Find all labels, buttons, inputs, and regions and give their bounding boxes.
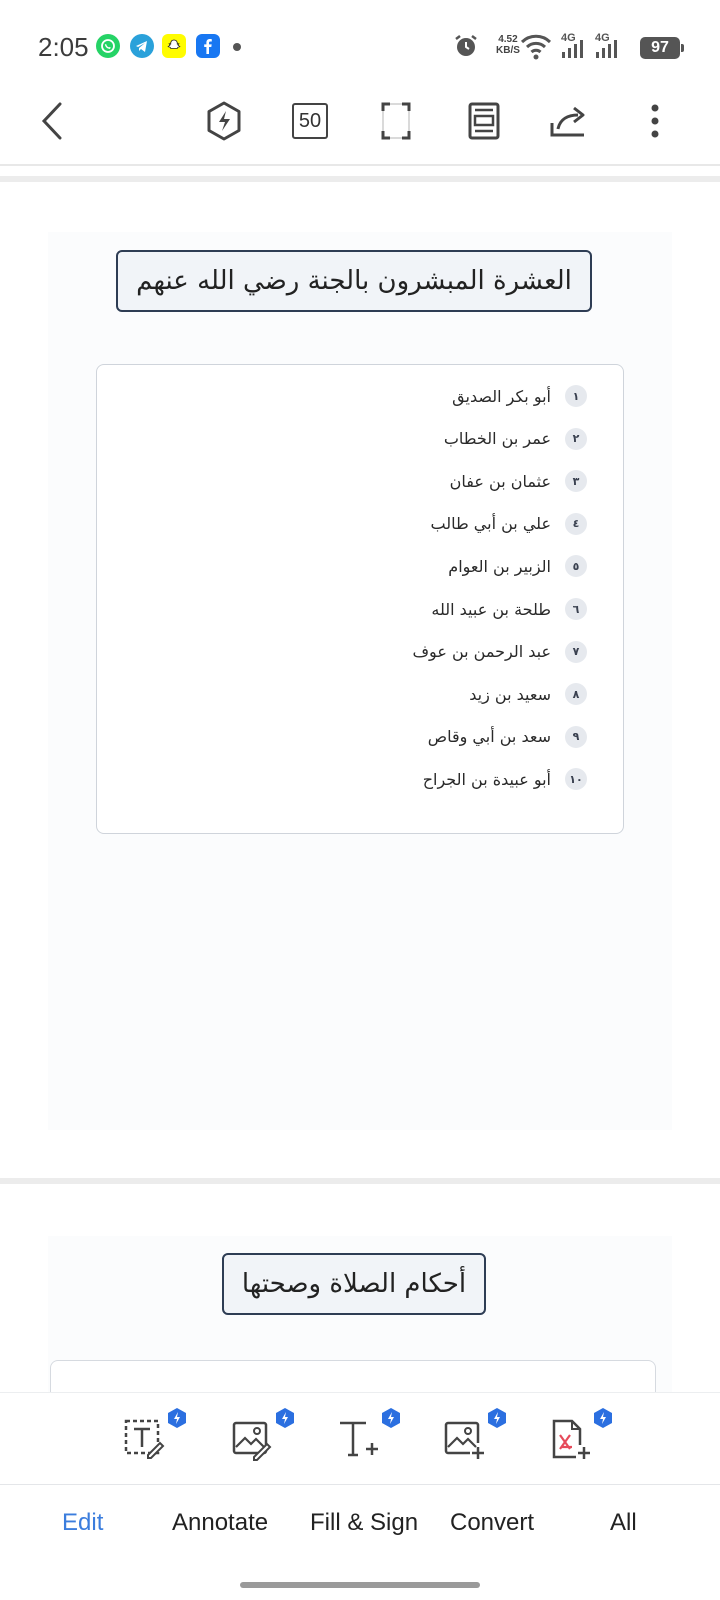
screen: 2:05 4.52 KB/S 4G 4G 97 50 العشرة المبشر… [0,0,720,1600]
list-item-number: ٢ [565,427,587,450]
pro-badge-icon [382,1408,400,1428]
list-item: ٢ عمر بن الخطاب [444,424,587,454]
share-icon [550,106,585,137]
more-options-icon [651,104,659,138]
more-options-button[interactable] [640,92,670,150]
list-item-number: ٧ [565,640,587,663]
list-item: ٧ عبد الرحمن بن عوف [412,637,587,667]
tab-all[interactable]: All [610,1509,637,1537]
edit-image-tool[interactable] [230,1408,294,1465]
pro-badge-icon [276,1408,294,1428]
telegram-icon [130,34,154,58]
tab-edit[interactable]: Edit [62,1509,103,1537]
home-indicator[interactable] [240,1582,480,1588]
net-speed-unit: KB/S [496,45,520,56]
list-item-name: طلحة بن عبيد الله [431,599,551,619]
list-item: ٨ سعيد بن زيد [469,679,587,709]
edit-tools-bar [0,1392,720,1484]
zoom-level-button[interactable]: 50 [290,92,330,150]
list-item-name: سعيد بن زيد [469,684,551,704]
pro-badge-icon [168,1408,186,1428]
list-item-name: الزبير بن العوام [448,556,551,576]
status-bar: 2:05 4.52 KB/S 4G 4G 97 [0,0,720,92]
page-2-title: أحكام الصلاة وصحتها [222,1253,486,1315]
list-item: ٥ الزبير بن العوام [448,551,587,581]
list-item-number: ٨ [565,683,587,706]
bottom-tabs: Edit Annotate Fill & Sign Convert All [0,1484,720,1564]
power-mode-button[interactable] [200,92,248,150]
page-1-title: العشرة المبشرون بالجنة رضي الله عنهم [116,250,592,312]
list-item-number: ٩ [565,725,587,748]
list-item: ١٠ أبو عبيدة بن الجراح [423,764,587,794]
tab-fill-sign[interactable]: Fill & Sign [310,1509,418,1537]
tab-convert[interactable]: Convert [450,1509,534,1537]
list-item-number: ١ [565,385,587,407]
list-item: ٤ علي بن أبي طالب [430,509,587,539]
battery-indicator: 97 [640,37,684,59]
power-mode-icon [207,101,241,141]
fullscreen-icon [381,102,411,140]
status-time: 2:05 [38,32,89,62]
list-item-name: عثمان بن عفان [449,471,551,491]
list-item-name: أبو عبيدة بن الجراح [422,769,551,789]
list-item-number: ٤ [565,512,587,535]
back-button[interactable] [30,92,74,150]
tab-annotate[interactable]: Annotate [172,1509,268,1537]
add-image-icon [444,1421,484,1459]
list-item: ١ أبو بكر الصديق [452,381,587,411]
toolbar-divider [0,164,720,166]
pdf-convert-tool[interactable] [548,1408,612,1465]
page-layout-button[interactable] [464,92,504,150]
names-list: ١ أبو بكر الصديق ٢ عمر بن الخطاب ٣ عثمان بن ع… [96,364,624,834]
whatsapp-icon [96,34,120,58]
page-gap-2 [0,1178,720,1184]
list-item-number: ٥ [565,555,587,578]
page-gap [0,176,720,182]
page-layout-icon [468,102,500,140]
list-item: ٦ طلحة بن عبيد الله [431,594,587,624]
list-item-name: أبو بكر الصديق [452,386,551,406]
reader-toolbar: 50 [0,92,720,166]
more-notifications-dot [233,43,241,51]
list-item-name: عبد الرحمن بن عوف [412,642,551,662]
list-item-number: ٦ [565,598,587,620]
add-text-icon [340,1421,378,1457]
snapchat-icon [162,34,186,58]
edit-text-tool[interactable] [122,1408,186,1465]
edit-text-icon [124,1419,165,1459]
share-button[interactable] [546,92,592,150]
pro-badge-icon [488,1408,506,1428]
net-speed-value: 4.52 [498,34,518,45]
list-item: ٣ عثمان بن عفان [450,466,587,496]
pdf-convert-icon [552,1419,590,1459]
wifi-icon [520,32,552,64]
fullscreen-button[interactable] [376,92,416,150]
add-text-tool[interactable] [336,1408,400,1465]
list-item-name: سعد بن أبي وقاص [427,727,551,747]
net-speed: 4.52 KB/S [496,34,520,56]
list-item-name: علي بن أبي طالب [430,514,552,534]
facebook-icon [196,34,220,58]
add-image-tool[interactable] [442,1408,506,1465]
alarm-icon [452,32,480,64]
list-item-name: عمر بن الخطاب [443,429,551,449]
list-item: ٩ سعد بن أبي وقاص [428,722,587,752]
back-arrow-icon [41,102,62,140]
list-item-number: ٣ [565,470,587,493]
edit-image-icon [232,1421,272,1461]
pro-badge-icon [594,1408,612,1428]
list-item-number: ١٠ [565,768,587,791]
zoom-level: 50 [292,103,328,139]
